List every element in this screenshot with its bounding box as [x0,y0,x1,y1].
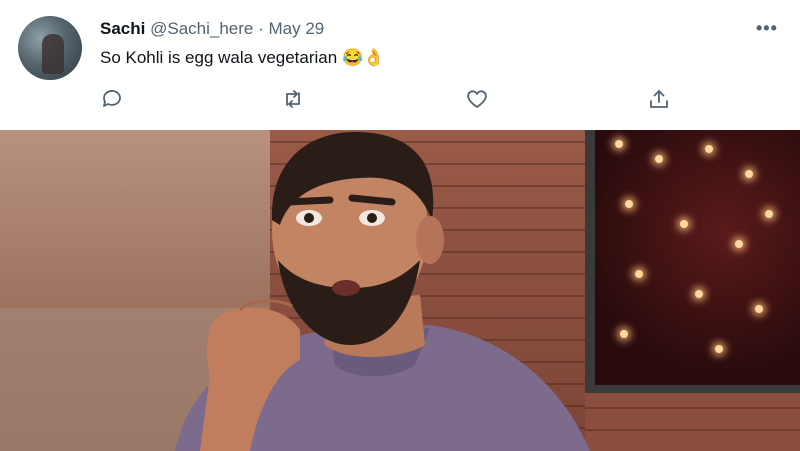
tweet-text: So Kohli is egg wala vegetarian 😂👌 [100,48,384,68]
retweet-icon[interactable] [281,87,305,111]
more-options-icon[interactable]: ••• [756,18,778,39]
like-icon[interactable] [465,87,489,111]
ok-hand-emoji-icon: 👌 [363,48,385,67]
author-handle[interactable]: @Sachi_here [150,19,253,38]
author-name[interactable]: Sachi [100,19,145,38]
man-eating-photo [175,131,590,451]
tears-of-joy-emoji-icon: 😂 [341,48,364,67]
reply-icon[interactable] [100,87,124,111]
tweet-text-content: So Kohli is egg wala vegetarian [100,48,338,67]
meta-separator: · [258,19,264,38]
tweet-header: Sachi @Sachi_here · May 29 ••• So Kohli … [0,0,800,130]
tweet-date[interactable]: May 29 [269,19,325,38]
share-icon[interactable] [647,87,671,111]
tweet-media-photo[interactable] [0,130,800,451]
tweet-meta: Sachi @Sachi_here · May 29 [100,19,324,39]
avatar[interactable] [18,16,82,80]
